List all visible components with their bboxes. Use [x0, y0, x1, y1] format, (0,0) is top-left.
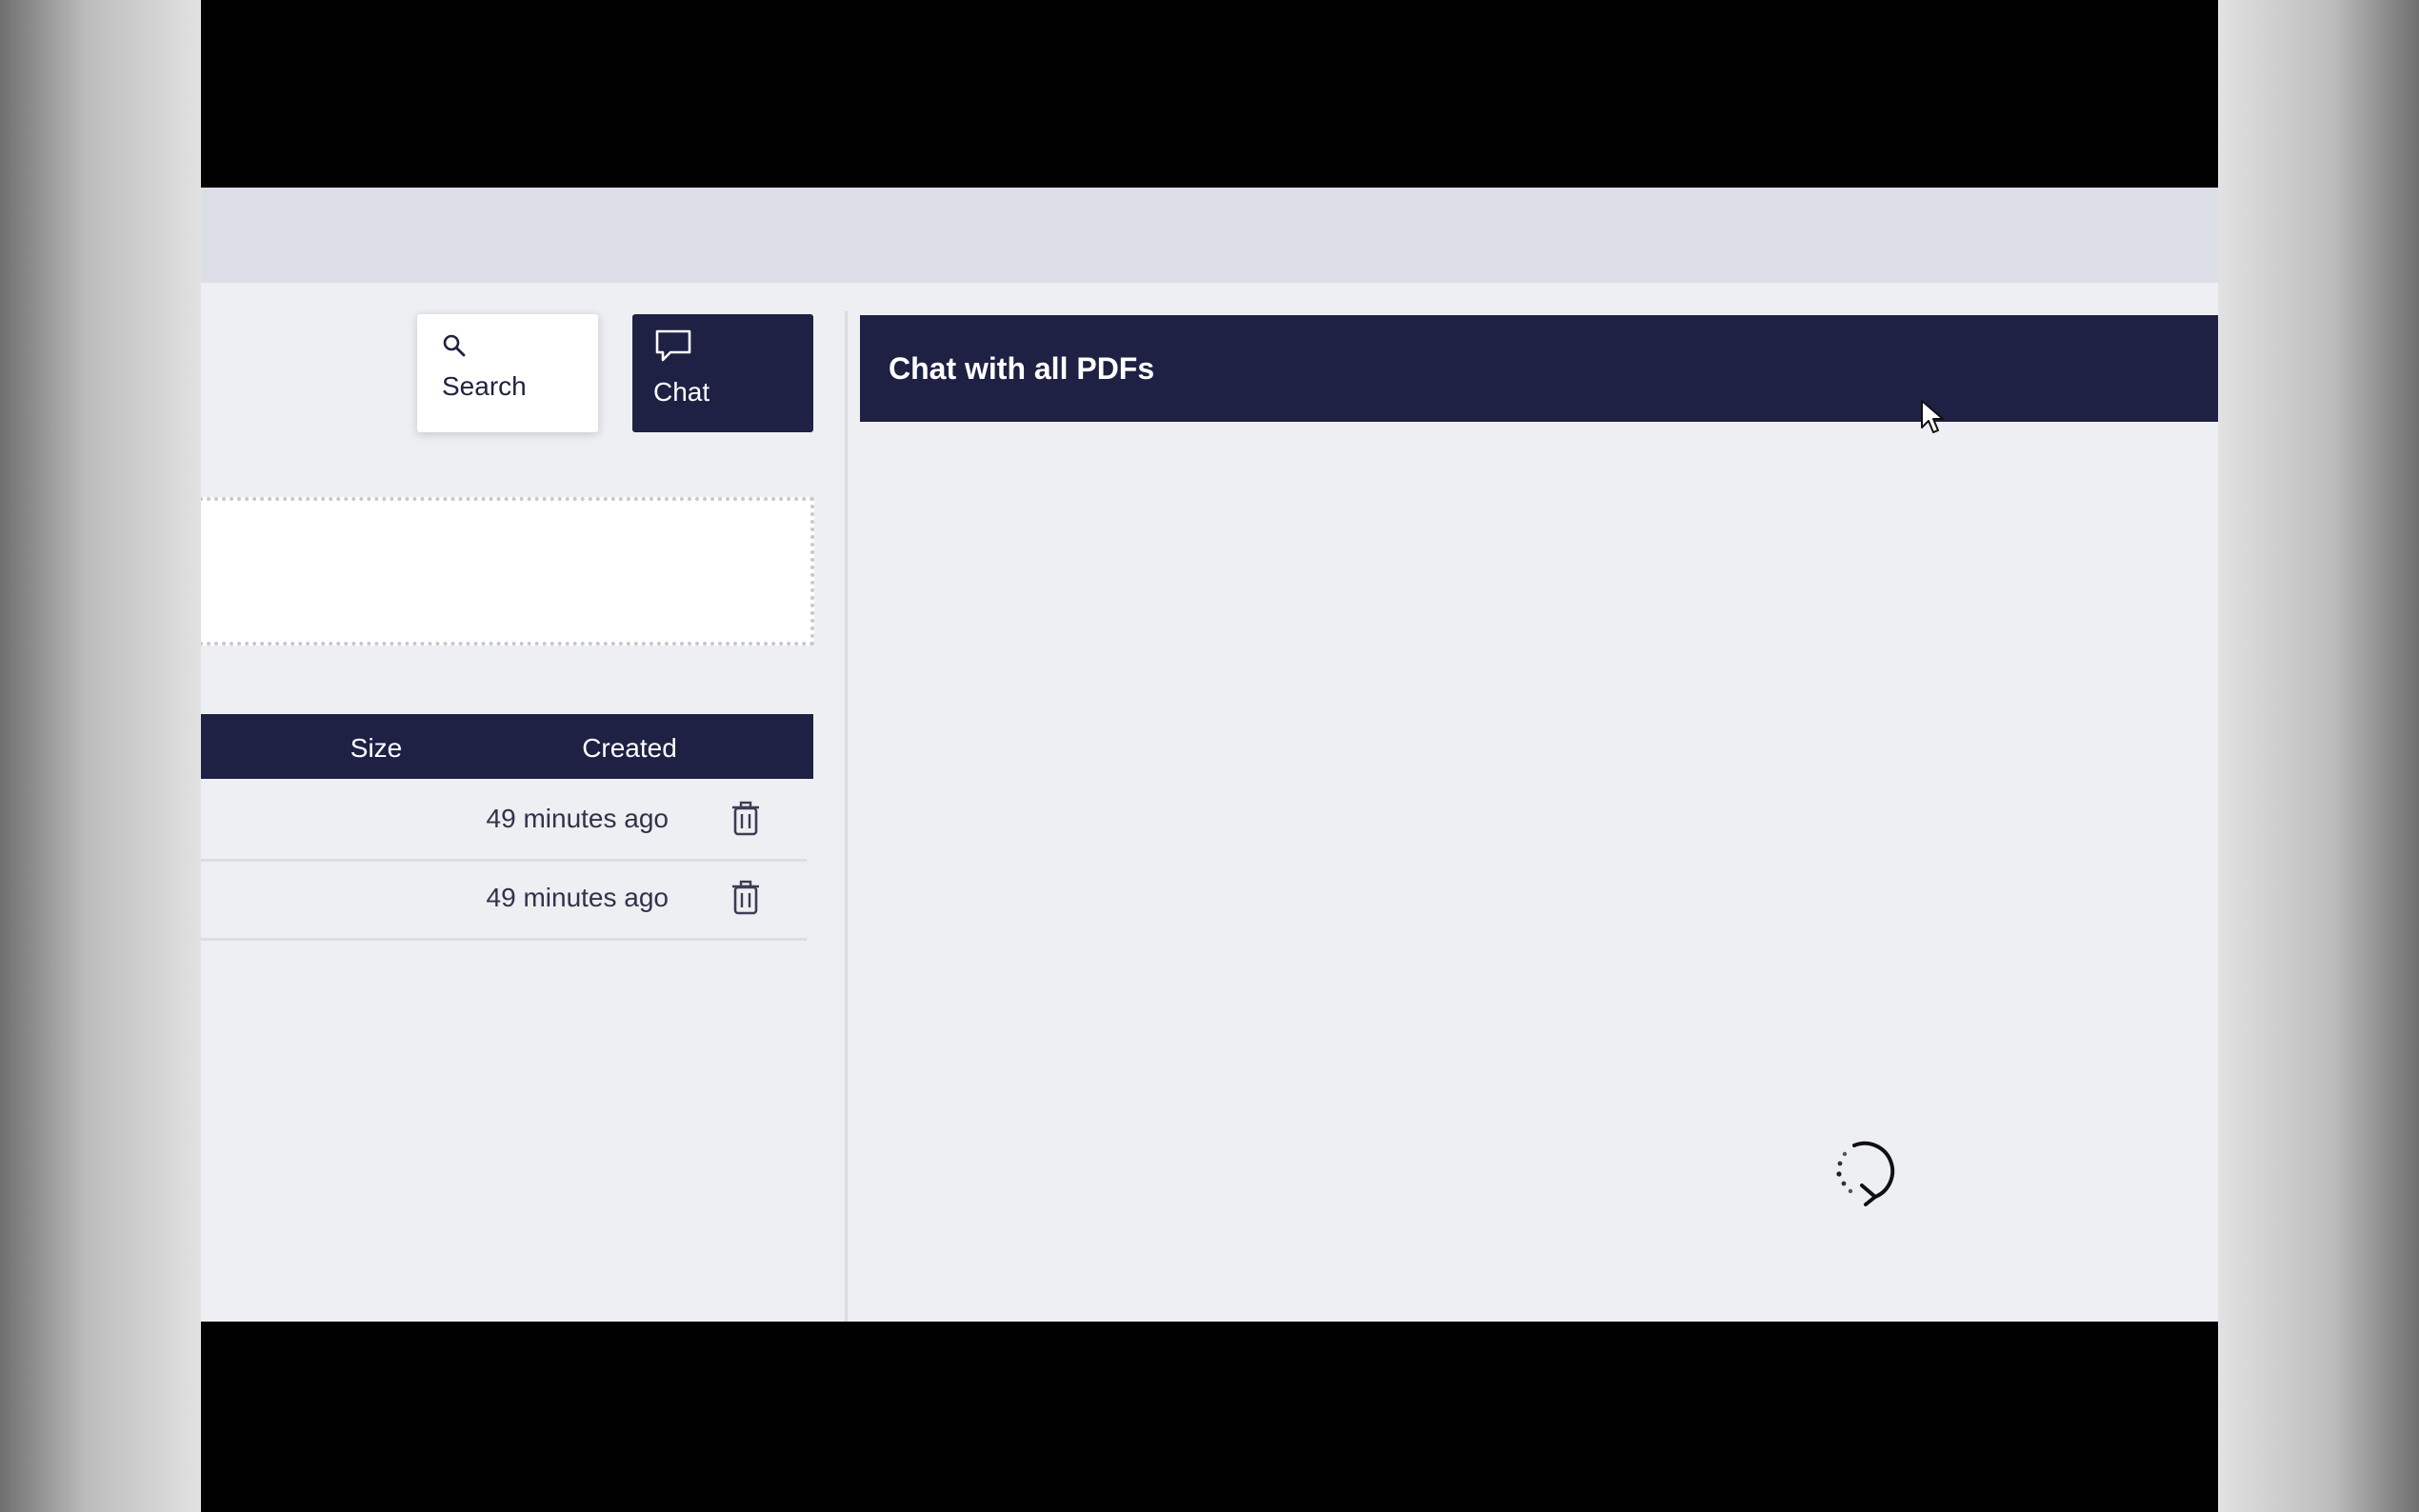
upload-dropzone[interactable]: [201, 497, 814, 646]
top-bar: [201, 188, 2218, 283]
search-button-label: Search: [442, 371, 527, 401]
column-header-size[interactable]: Size: [323, 733, 430, 764]
video-frame: Search Chat Size Created 49 minutes ago: [201, 0, 2218, 1512]
created-cell: 49 minutes ago: [486, 883, 669, 912]
table-row[interactable]: 49 minutes ago: [201, 862, 807, 941]
chat-button-label: Chat: [653, 377, 710, 407]
table-row[interactable]: 49 minutes ago: [201, 783, 807, 862]
pane-divider[interactable]: [845, 311, 848, 1322]
mouse-cursor-icon: [1921, 400, 1944, 433]
chat-panel: Chat with all PDFs: [849, 315, 2218, 1322]
chat-bubble-icon: [655, 329, 691, 362]
trash-icon[interactable]: [730, 800, 762, 838]
column-header-created[interactable]: Created: [553, 733, 706, 764]
search-icon: [443, 334, 466, 357]
loading-spinner-icon: [1836, 1141, 1895, 1206]
created-cell: 49 minutes ago: [486, 804, 669, 833]
search-button[interactable]: Search: [417, 314, 598, 432]
files-pane: Search Chat Size Created 49 minutes ago: [201, 283, 845, 1322]
chat-panel-header: Chat with all PDFs: [860, 315, 2218, 422]
files-table-header: Size Created: [201, 714, 813, 779]
trash-icon[interactable]: [730, 879, 762, 917]
chat-button[interactable]: Chat: [632, 314, 813, 432]
app-window: Search Chat Size Created 49 minutes ago: [201, 188, 2218, 1322]
chat-panel-title: Chat with all PDFs: [889, 351, 1155, 386]
